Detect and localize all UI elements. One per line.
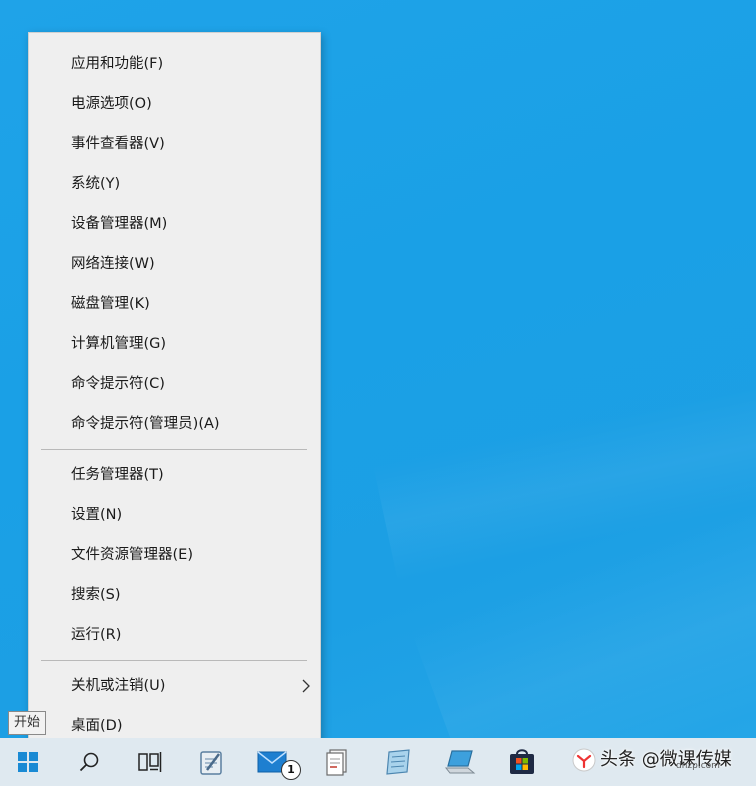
chevron-right-icon [302,679,310,693]
menu-item-run[interactable]: 运行(R) [29,616,320,654]
toutiao-logo-icon [572,748,596,772]
menu-item-shutdown-signout[interactable]: 关机或注销(U) [29,667,320,705]
search-icon [79,752,99,772]
menu-item-label: 计算机管理(G) [71,336,167,352]
menu-item-label: 设备管理器(M) [71,216,168,232]
menu-item-system[interactable]: 系统(Y) [29,165,320,203]
taskbar-app-document[interactable] [311,738,363,786]
menu-item-label: 系统(Y) [71,176,121,192]
menu-item-label: 事件查看器(V) [71,136,165,152]
search-button[interactable] [63,738,115,786]
menu-item-power-options[interactable]: 电源选项(O) [29,85,320,123]
menu-item-label: 任务管理器(T) [71,467,164,483]
document-icon [326,749,347,776]
menu-item-search[interactable]: 搜索(S) [29,576,320,614]
menu-item-task-manager[interactable]: 任务管理器(T) [29,456,320,494]
menu-item-device-manager[interactable]: 设备管理器(M) [29,205,320,243]
menu-item-label: 设置(N) [71,507,123,523]
menu-item-command-prompt[interactable]: 命令提示符(C) [29,365,320,403]
menu-item-label: 运行(R) [71,627,122,643]
watermark: 头条 @微课传媒 dnzp.com [572,745,732,775]
taskbar-app-laptop[interactable] [434,738,486,786]
notification-badge: 1 [281,760,301,780]
windows-start-icon [18,752,38,772]
menu-item-apps-features[interactable]: 应用和功能(F) [29,45,320,83]
menu-separator [41,449,307,450]
menu-item-label: 搜索(S) [71,587,121,603]
menu-item-label: 应用和功能(F) [71,56,164,72]
start-tooltip: 开始 [8,711,47,735]
watermark-subtext: dnzp.com [676,761,720,771]
start-button[interactable] [2,738,54,786]
menu-item-disk-management[interactable]: 磁盘管理(K) [29,285,320,323]
menu-item-network-connections[interactable]: 网络连接(W) [29,245,320,283]
menu-item-command-prompt-admin[interactable]: 命令提示符(管理员)(A) [29,405,320,443]
menu-item-label: 磁盘管理(K) [71,296,150,312]
desktop: 应用和功能(F) 电源选项(O) 事件查看器(V) 系统(Y) 设备管理器(M)… [0,0,756,786]
menu-item-label: 关机或注销(U) [71,678,166,694]
taskbar-app-notebook[interactable] [372,738,424,786]
menu-item-label: 命令提示符(C) [71,376,165,392]
store-icon [510,749,534,774]
laptop-icon [444,750,476,774]
task-view-icon [138,752,162,772]
winx-context-menu: 应用和功能(F) 电源选项(O) 事件查看器(V) 系统(Y) 设备管理器(M)… [28,32,321,758]
menu-item-event-viewer[interactable]: 事件查看器(V) [29,125,320,163]
menu-item-label: 电源选项(O) [71,96,152,112]
menu-item-file-explorer[interactable]: 文件资源管理器(E) [29,536,320,574]
menu-item-label: 命令提示符(管理员)(A) [71,416,220,432]
menu-item-label: 网络连接(W) [71,256,155,272]
task-view-button[interactable] [124,738,176,786]
menu-item-label: 文件资源管理器(E) [71,547,193,563]
menu-separator [41,660,307,661]
taskbar-app-notepad[interactable] [185,738,237,786]
notebook-icon [386,749,410,775]
menu-item-settings[interactable]: 设置(N) [29,496,320,534]
menu-item-computer-management[interactable]: 计算机管理(G) [29,325,320,363]
notepad-pen-icon [200,751,222,775]
taskbar-app-store[interactable] [496,738,548,786]
